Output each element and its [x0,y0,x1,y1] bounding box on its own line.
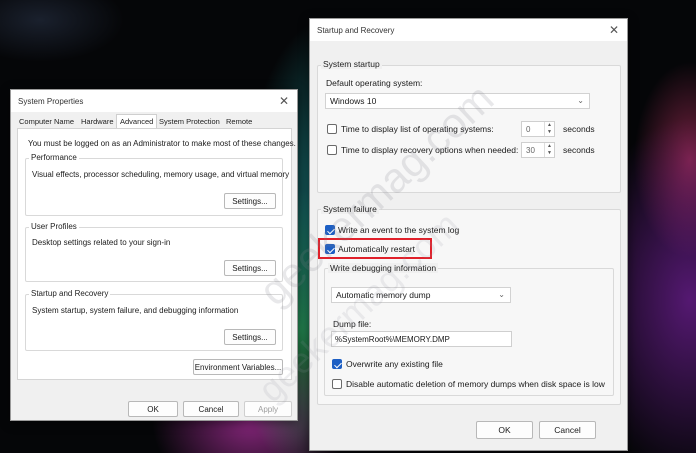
performance-desc: Visual effects, processor scheduling, me… [32,170,290,179]
startup-recovery-group: Startup and Recovery System startup, sys… [25,289,283,351]
ok-button[interactable]: OK [476,421,533,439]
close-icon[interactable]: ✕ [277,94,291,108]
cancel-button[interactable]: Cancel [183,401,239,417]
spin-down-icon[interactable]: ▼ [547,150,552,156]
performance-label: Performance [29,153,79,162]
close-icon[interactable]: ✕ [607,23,621,37]
startup-recovery-desc: System startup, system failure, and debu… [32,306,239,315]
time-list-value: 0 [526,124,531,134]
overwrite-label: Overwrite any existing file [346,359,443,369]
time-list-checkbox[interactable] [327,124,337,134]
ok-button[interactable]: OK [128,401,178,417]
startup-recovery-settings-button[interactable]: Settings... [224,329,276,345]
tab-hardware[interactable]: Hardware [78,115,117,128]
tab-advanced[interactable]: Advanced [116,114,158,128]
system-properties-dialog: System Properties ✕ Computer Name Hardwa… [10,89,298,421]
time-recovery-value: 30 [526,145,535,155]
spin-down-icon[interactable]: ▼ [547,129,552,135]
disable-auto-delete-checkbox[interactable] [332,379,342,389]
time-recovery-checkbox[interactable] [327,145,337,155]
admin-note: You must be logged on as an Administrato… [28,139,296,148]
tab-system-protection[interactable]: System Protection [156,115,223,128]
tab-computer-name[interactable]: Computer Name [16,115,77,128]
default-os-value: Windows 10 [330,96,377,106]
user-profiles-group: User Profiles Desktop settings related t… [25,222,283,282]
startup-recovery-label: Startup and Recovery [29,289,111,298]
spin-arrows[interactable]: ▲ ▼ [544,122,554,136]
system-startup-label: System startup [321,59,382,69]
dialog-title: System Properties [18,97,84,106]
spin-arrows[interactable]: ▲ ▼ [544,143,554,157]
chevron-down-icon: ⌄ [577,96,584,105]
user-profiles-label: User Profiles [29,222,79,231]
user-profiles-desc: Desktop settings related to your sign-in [32,238,171,247]
time-recovery-spinner[interactable]: 30 ▲ ▼ [521,142,555,158]
overwrite-checkbox[interactable] [332,359,342,369]
tab-panel: You must be logged on as an Administrato… [17,128,296,380]
performance-settings-button[interactable]: Settings... [224,193,276,209]
dialog-title: Startup and Recovery [317,26,395,35]
tab-remote[interactable]: Remote [223,115,255,128]
time-list-spinner[interactable]: 0 ▲ ▼ [521,121,555,137]
seconds-label: seconds [563,145,595,155]
seconds-label: seconds [563,124,595,134]
spin-up-icon[interactable]: ▲ [547,122,552,128]
title-bar: System Properties ✕ [11,90,297,112]
spin-up-icon[interactable]: ▲ [547,143,552,149]
default-os-label: Default operating system: [326,78,423,88]
disable-auto-delete-label: Disable automatic deletion of memory dum… [346,379,605,389]
chevron-down-icon: ⌄ [498,290,505,299]
cancel-button[interactable]: Cancel [539,421,596,439]
title-bar: Startup and Recovery ✕ [310,19,627,41]
performance-group: Performance Visual effects, processor sc… [25,153,289,216]
